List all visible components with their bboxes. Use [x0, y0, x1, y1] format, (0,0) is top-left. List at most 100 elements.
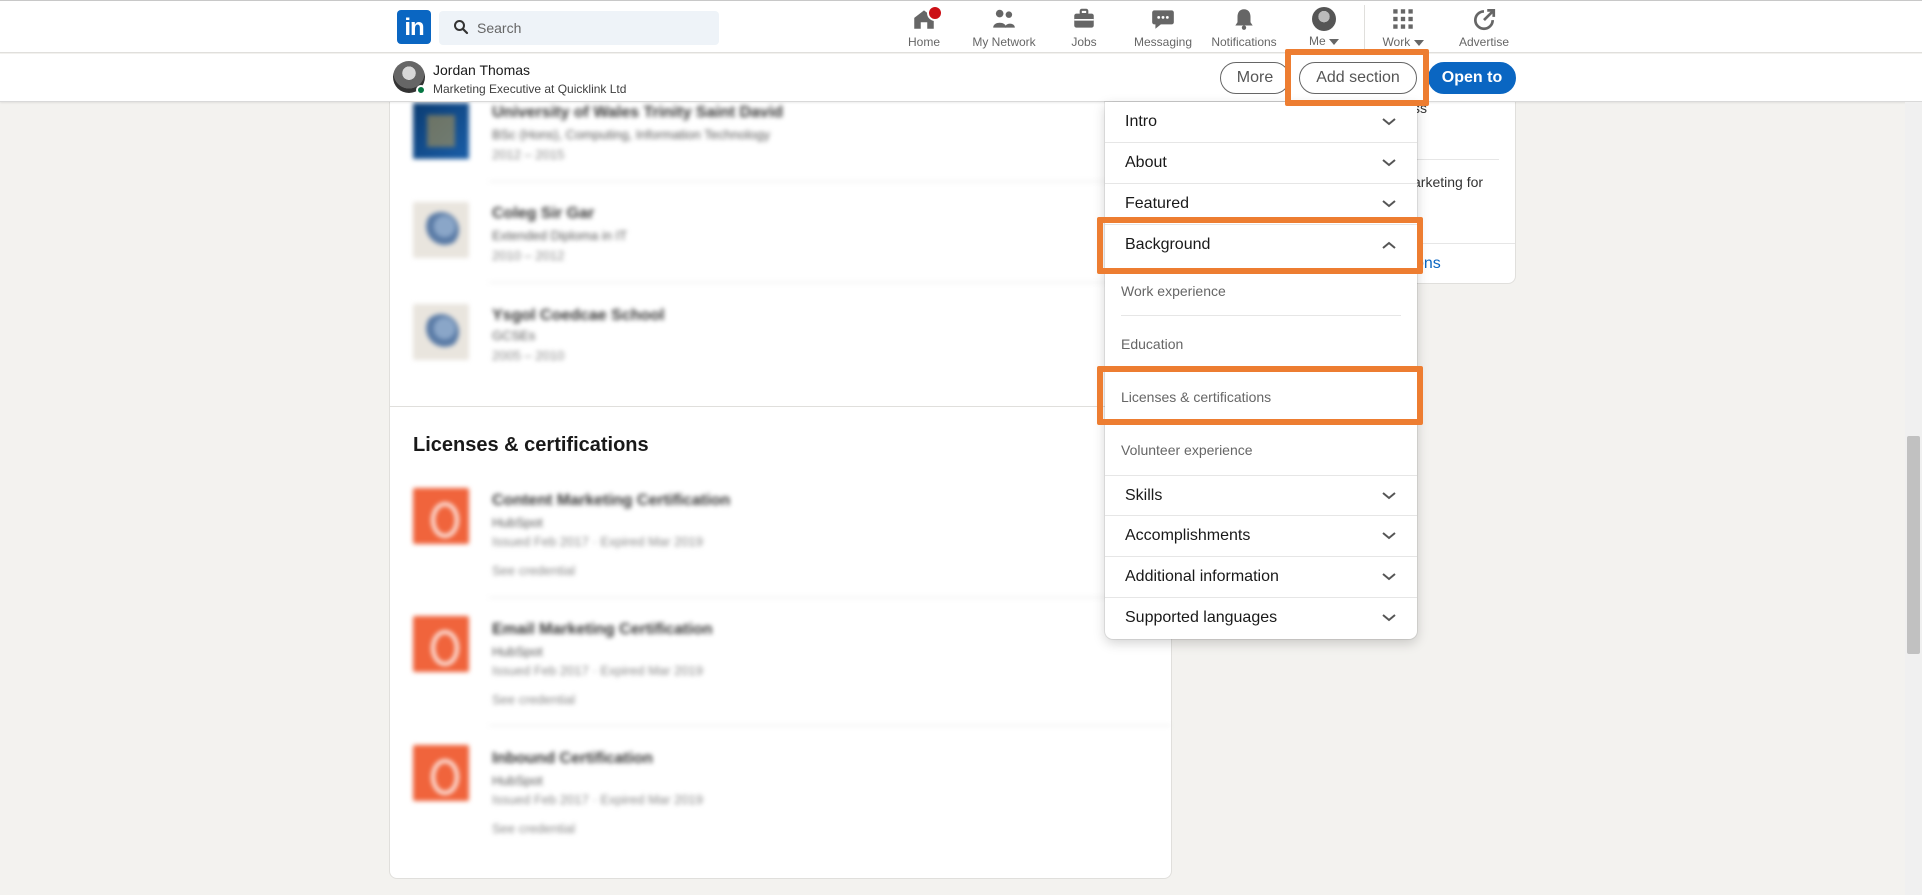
license-issuer: HubSpot	[492, 773, 543, 788]
divider	[489, 181, 1171, 182]
education-degree: Extended Diploma in IT	[492, 228, 628, 243]
chevron-down-icon	[1382, 159, 1396, 167]
chevron-down-icon	[1382, 200, 1396, 208]
profile-main-card: University of Wales Trinity Saint David …	[389, 100, 1172, 879]
school-logo	[413, 103, 469, 159]
license-dates: Issued Feb 2017 · Expired Mar 2019	[492, 792, 704, 807]
more-button[interactable]: More	[1220, 62, 1290, 94]
education-school[interactable]: Ysgol Coedcae School	[492, 307, 664, 325]
profile-name: Jordan Thomas	[433, 62, 531, 78]
dropdown-section-intro[interactable]: Intro	[1105, 102, 1417, 143]
see-credential-link[interactable]: See credential	[492, 692, 575, 707]
nav-me[interactable]: Me	[1300, 6, 1348, 50]
network-icon	[993, 9, 1015, 28]
right-rail-link[interactable]: ons	[1415, 255, 1441, 273]
nav-me-label: Me	[1308, 34, 1326, 48]
dropdown-item-label: Work experience	[1121, 283, 1226, 299]
nav-jobs[interactable]: Jobs	[1064, 6, 1104, 50]
dropdown-section-about[interactable]: About	[1105, 143, 1417, 184]
profile-headline: Marketing Executive at Quicklink Ltd	[433, 82, 627, 96]
dropdown-item-label: Licenses & certifications	[1121, 389, 1272, 405]
nav-home-label: Home	[907, 35, 940, 49]
hubspot-logo	[413, 488, 469, 544]
education-dates: 2005 – 2010	[492, 348, 565, 363]
messaging-icon	[1152, 10, 1174, 29]
see-credential-link[interactable]: See credential	[492, 563, 575, 578]
sticky-profile-bar: Jordan Thomas Marketing Executive at Qui…	[0, 54, 1922, 102]
dropdown-item-education[interactable]: Education	[1121, 320, 1401, 373]
dropdown-item-work-experience[interactable]: Work experience	[1121, 267, 1401, 320]
dropdown-section-label: Intro	[1125, 113, 1158, 130]
chevron-down-icon	[1382, 492, 1396, 500]
hubspot-logo	[413, 616, 469, 672]
dropdown-section-label: About	[1125, 154, 1167, 171]
online-status-indicator	[416, 85, 426, 95]
search-input[interactable]	[477, 11, 707, 45]
hubspot-logo	[413, 745, 469, 801]
chevron-down-icon	[1382, 614, 1396, 622]
nav-work[interactable]: Work	[1380, 6, 1426, 50]
education-dates: 2012 – 2015	[492, 147, 565, 162]
avatar	[1312, 7, 1336, 31]
nav-messaging-label: Messaging	[1133, 35, 1193, 49]
open-to-button[interactable]: Open to	[1428, 62, 1516, 94]
dropdown-section-label: Skills	[1125, 487, 1163, 504]
dropdown-section-additional-information[interactable]: Additional information	[1105, 557, 1417, 598]
chevron-down-icon	[1382, 532, 1396, 540]
license-name[interactable]: Inbound Certification	[492, 750, 653, 768]
dropdown-section-label: Additional information	[1125, 568, 1279, 585]
global-nav: in Home My Network Jobs	[0, 0, 1922, 53]
chevron-down-icon	[1382, 573, 1396, 581]
license-dates: Issued Feb 2017 · Expired Mar 2019	[492, 663, 704, 678]
add-section-dropdown: Intro About Featured Background Work exp…	[1105, 102, 1417, 639]
search-bar[interactable]	[439, 11, 719, 45]
license-name[interactable]: Content Marketing Certification	[492, 492, 730, 510]
scrollbar-thumb[interactable]	[1907, 436, 1920, 654]
bell-icon	[1235, 9, 1253, 30]
license-issuer: HubSpot	[492, 515, 543, 530]
dropdown-section-label: Accomplishments	[1125, 527, 1251, 544]
search-icon	[454, 20, 469, 35]
education-school[interactable]: Coleg Sir Gar	[492, 205, 594, 223]
dropdown-item-volunteer-experience[interactable]: Volunteer experience	[1121, 426, 1401, 479]
dropdown-section-label: Supported languages	[1125, 609, 1278, 626]
caret-down-icon	[1413, 39, 1424, 46]
nav-notifications[interactable]: Notifications	[1208, 6, 1280, 50]
school-logo	[413, 304, 469, 360]
divider	[1121, 315, 1401, 316]
dropdown-section-featured[interactable]: Featured	[1105, 184, 1417, 225]
see-credential-link[interactable]: See credential	[492, 821, 575, 836]
education-degree: GCSEs	[492, 328, 536, 343]
add-section-button[interactable]: Add section	[1299, 62, 1417, 94]
licenses-section-title: Licenses & certifications	[413, 434, 649, 456]
dropdown-section-label: Background	[1125, 236, 1211, 253]
briefcase-icon	[1074, 8, 1094, 28]
dropdown-section-skills[interactable]: Skills	[1105, 475, 1417, 516]
dropdown-section-label: Featured	[1125, 195, 1190, 212]
license-dates: Issued Feb 2017 · Expired Mar 2019	[492, 534, 704, 549]
nav-home[interactable]: Home	[904, 5, 944, 50]
dropdown-item-licenses-certifications[interactable]: Licenses & certifications	[1121, 373, 1401, 426]
dropdown-section-background[interactable]: Background	[1105, 225, 1417, 266]
license-issuer: HubSpot	[492, 644, 543, 659]
nav-messaging[interactable]: Messaging	[1130, 6, 1196, 50]
caret-down-icon	[1329, 38, 1339, 45]
nav-jobs-label: Jobs	[1071, 35, 1097, 49]
divider	[489, 282, 1171, 283]
linkedin-logo[interactable]: in	[397, 10, 431, 44]
advertise-icon	[1474, 8, 1496, 31]
education-degree: BSc (Hons), Computing, Information Techn…	[492, 127, 770, 142]
divider	[489, 597, 1171, 598]
nav-advertise[interactable]: Advertise	[1456, 6, 1512, 50]
chevron-down-icon	[1382, 118, 1396, 126]
dropdown-section-accomplishments[interactable]: Accomplishments	[1105, 516, 1417, 557]
section-divider	[390, 406, 1171, 407]
dropdown-item-label: Volunteer experience	[1121, 442, 1253, 458]
dropdown-section-supported-languages[interactable]: Supported languages	[1105, 598, 1417, 639]
nav-notifications-label: Notifications	[1211, 35, 1277, 49]
education-school[interactable]: University of Wales Trinity Saint David	[492, 104, 783, 122]
nav-my-network[interactable]: My Network	[970, 6, 1038, 50]
license-name[interactable]: Email Marketing Certification	[492, 621, 713, 639]
education-dates: 2010 – 2012	[492, 248, 565, 263]
chevron-up-icon	[1382, 241, 1396, 249]
